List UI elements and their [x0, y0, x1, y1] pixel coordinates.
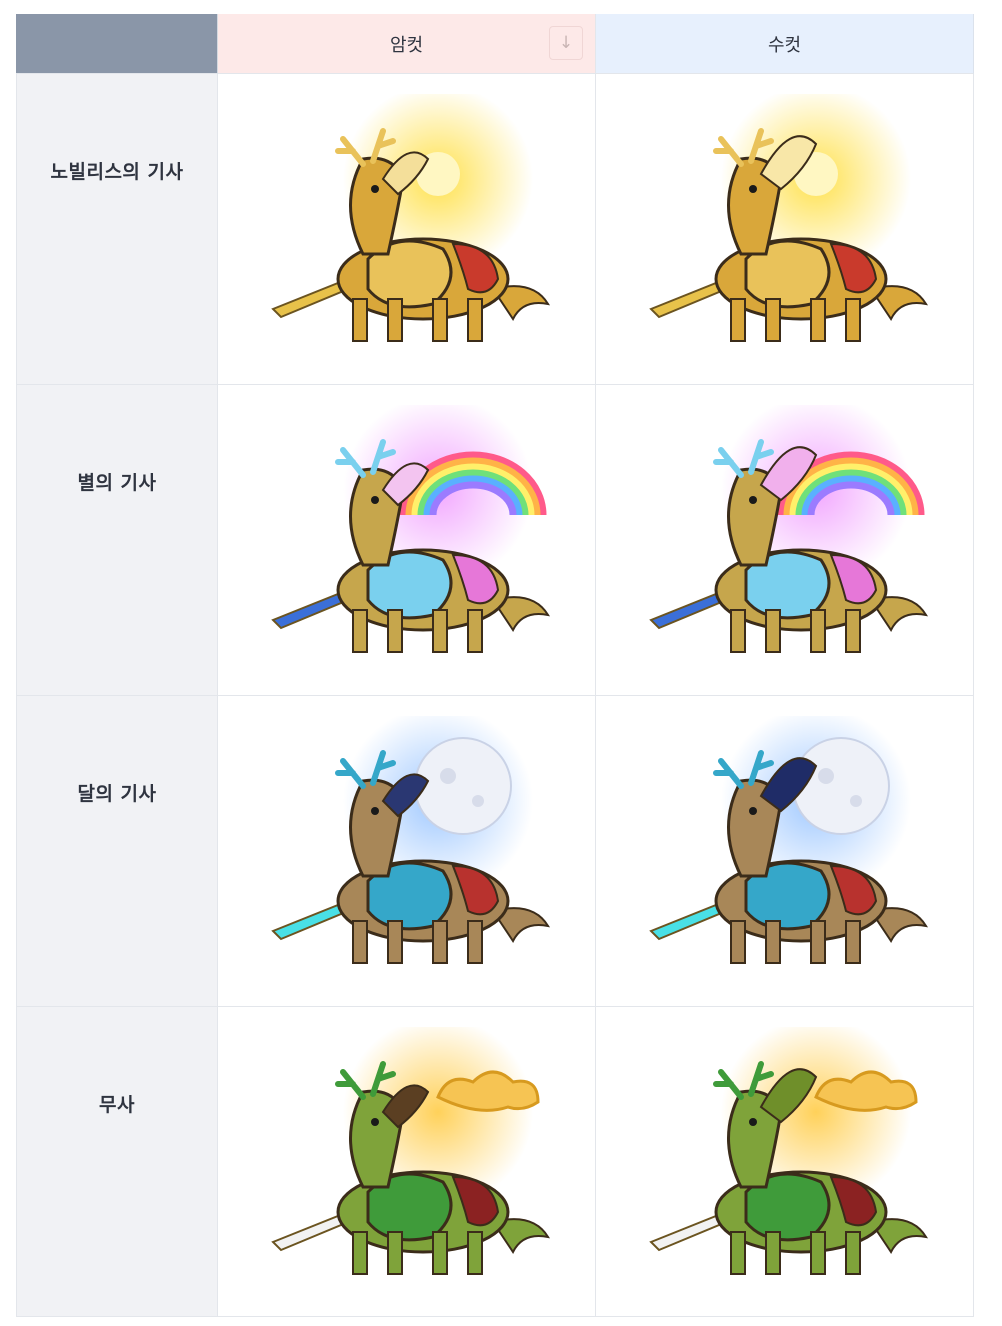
leg	[810, 609, 826, 653]
row-label-cell: 달의 기사	[16, 696, 218, 1007]
leg	[432, 298, 448, 342]
header-corner	[16, 14, 218, 74]
leg	[810, 920, 826, 964]
sort-button[interactable]: ↓	[549, 26, 583, 60]
mount-image-cell-female	[218, 1007, 596, 1317]
mount-image-cell-female	[218, 696, 596, 1007]
header-female: 암컷 ↓	[218, 14, 596, 74]
mount-image-star-female	[271, 405, 551, 653]
row-label: 노빌리스의 기사	[50, 161, 184, 183]
mount-image-cell-male	[596, 74, 974, 385]
leg	[845, 920, 861, 964]
mount-comparison-table: 암컷 ↓ 수컷 노빌리스의 기사 별의 기사 달의 기사 무사	[16, 14, 974, 1317]
moon-crater	[440, 768, 456, 784]
mount-image-moon-female	[271, 716, 551, 964]
leg	[352, 609, 368, 653]
arrow-down-icon: ↓	[558, 33, 574, 53]
eye	[749, 496, 757, 504]
header-male-label: 수컷	[767, 34, 802, 56]
leg	[387, 920, 403, 964]
leg	[467, 1231, 483, 1275]
leg	[845, 609, 861, 653]
eye	[371, 496, 379, 504]
leg	[352, 920, 368, 964]
leg	[730, 609, 746, 653]
mount-image-nobilis-female	[271, 94, 551, 342]
moon-crater	[818, 768, 834, 784]
leg	[765, 609, 781, 653]
mount-image-warrior-male	[649, 1027, 929, 1275]
leg	[467, 609, 483, 653]
moon-crater	[472, 795, 484, 807]
leg	[432, 609, 448, 653]
mount-image-moon-male	[649, 716, 929, 964]
leg	[387, 298, 403, 342]
header-male: 수컷	[596, 14, 974, 74]
row-label: 무사	[99, 1094, 135, 1116]
leg	[845, 298, 861, 342]
row-label-cell: 노빌리스의 기사	[16, 74, 218, 385]
row-label-cell: 별의 기사	[16, 385, 218, 696]
eye	[749, 1118, 757, 1126]
leg	[730, 298, 746, 342]
eye	[371, 185, 379, 193]
leg	[730, 1231, 746, 1275]
leg	[352, 1231, 368, 1275]
mount-image-cell-male	[596, 696, 974, 1007]
leg	[730, 920, 746, 964]
eye	[371, 807, 379, 815]
leg	[432, 920, 448, 964]
moon	[414, 737, 512, 835]
eye	[749, 185, 757, 193]
eye	[371, 1118, 379, 1126]
leg	[387, 609, 403, 653]
mount-image-warrior-female	[271, 1027, 551, 1275]
row-label: 별의 기사	[77, 472, 157, 494]
mount-image-cell-male	[596, 1007, 974, 1317]
leg	[765, 920, 781, 964]
leg	[765, 298, 781, 342]
row-label-cell: 무사	[16, 1007, 218, 1317]
row-label: 달의 기사	[77, 783, 157, 805]
moon-crater	[850, 795, 862, 807]
leg	[467, 920, 483, 964]
mount-image-star-male	[649, 405, 929, 653]
mount-image-cell-female	[218, 74, 596, 385]
mount-image-cell-male	[596, 385, 974, 696]
moon	[792, 737, 890, 835]
mount-image-cell-female	[218, 385, 596, 696]
eye	[749, 807, 757, 815]
leg	[845, 1231, 861, 1275]
leg	[432, 1231, 448, 1275]
leg	[765, 1231, 781, 1275]
leg	[810, 1231, 826, 1275]
leg	[387, 1231, 403, 1275]
mount-image-nobilis-male	[649, 94, 929, 342]
header-female-label: 암컷	[389, 34, 424, 56]
leg	[467, 298, 483, 342]
leg	[352, 298, 368, 342]
leg	[810, 298, 826, 342]
